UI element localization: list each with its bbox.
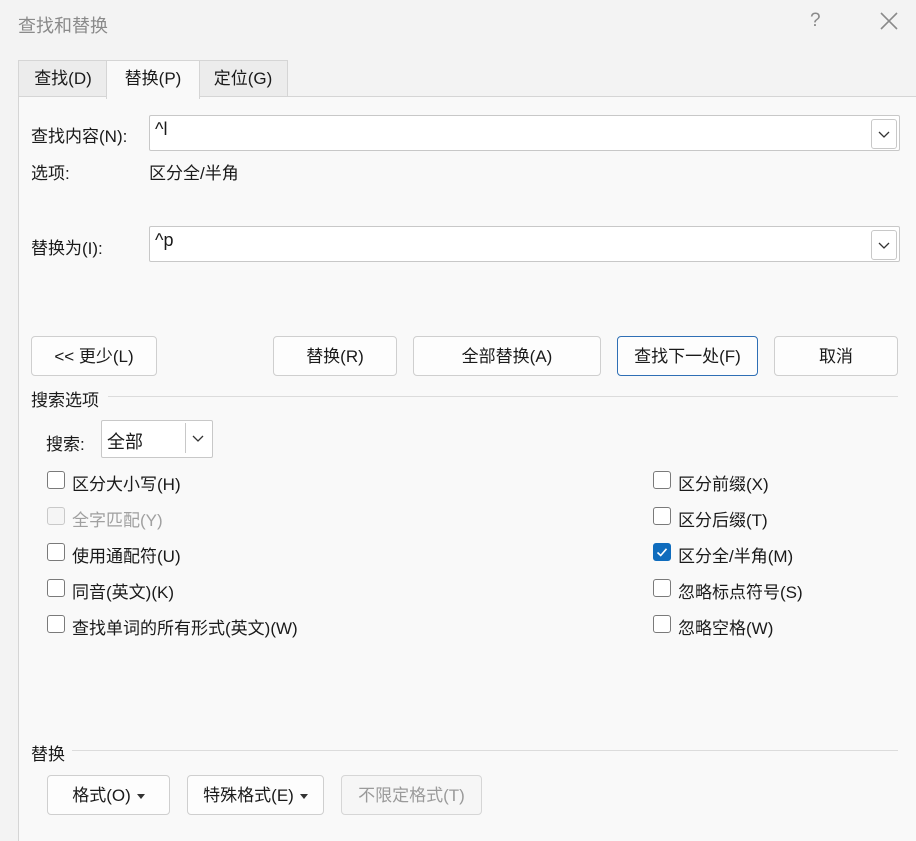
caret-down-icon xyxy=(136,794,145,800)
tab-find[interactable]: 查找(D) xyxy=(18,60,108,97)
tab-goto[interactable]: 定位(G) xyxy=(198,60,288,97)
replace-label: 替换为(I): xyxy=(31,239,103,258)
close-icon[interactable] xyxy=(876,8,902,34)
find-label: 查找内容(N): xyxy=(31,127,128,146)
wildcards-checkbox[interactable] xyxy=(47,543,65,561)
replace-combobox[interactable]: ^p xyxy=(149,226,900,262)
ignore-punctuation-label: 忽略标点符号(S) xyxy=(678,583,803,602)
all-word-forms-checkbox[interactable] xyxy=(47,615,65,633)
replace-input[interactable]: ^p xyxy=(155,230,173,251)
find-next-button[interactable]: 查找下一处(F) xyxy=(617,336,758,376)
replace-button[interactable]: 替换(R) xyxy=(273,336,397,376)
dialog-title: 查找和替换 xyxy=(18,16,108,36)
search-direction-value: 全部 xyxy=(107,432,143,452)
find-combobox[interactable]: ^l xyxy=(149,115,900,151)
format-button-label: 格式(O) xyxy=(72,786,131,805)
match-case-label: 区分大小写(H) xyxy=(72,475,181,494)
search-direction-dropdown[interactable] xyxy=(185,423,210,453)
no-formatting-button: 不限定格式(T) xyxy=(341,775,482,815)
search-direction-select[interactable]: 全部 xyxy=(101,420,213,458)
sounds-like-checkbox[interactable] xyxy=(47,579,65,597)
match-width-label: 区分全/半角(M) xyxy=(678,547,794,566)
find-input[interactable]: ^l xyxy=(155,119,167,140)
match-suffix-label: 区分后缀(T) xyxy=(678,511,768,530)
cancel-button[interactable]: 取消 xyxy=(774,336,898,376)
wildcards-label: 使用通配符(U) xyxy=(72,547,181,566)
replace-section-divider xyxy=(72,750,898,751)
ignore-punctuation-checkbox[interactable] xyxy=(653,579,671,597)
replace-panel xyxy=(18,96,916,841)
ignore-whitespace-checkbox[interactable] xyxy=(653,615,671,633)
search-options-divider xyxy=(108,396,898,397)
match-suffix-checkbox[interactable] xyxy=(653,507,671,525)
chevron-down-icon xyxy=(878,131,890,138)
replace-section-header: 替换 xyxy=(31,745,65,764)
help-button[interactable]: ? xyxy=(810,10,821,32)
tab-replace[interactable]: 替换(P) xyxy=(106,60,200,99)
match-case-checkbox[interactable] xyxy=(47,471,65,489)
match-prefix-checkbox[interactable] xyxy=(653,471,671,489)
whole-word-label: 全字匹配(Y) xyxy=(72,511,163,530)
ignore-whitespace-label: 忽略空格(W) xyxy=(678,619,774,638)
options-label: 选项: xyxy=(31,164,70,183)
replace-all-button[interactable]: 全部替换(A) xyxy=(413,336,601,376)
less-button[interactable]: << 更少(L) xyxy=(31,336,157,376)
search-direction-label: 搜索: xyxy=(46,435,85,454)
whole-word-checkbox xyxy=(47,507,65,525)
match-prefix-label: 区分前缀(X) xyxy=(678,475,769,494)
all-word-forms-label: 查找单词的所有形式(英文)(W) xyxy=(72,619,298,638)
chevron-down-icon xyxy=(192,435,204,442)
format-button[interactable]: 格式(O) xyxy=(47,775,170,815)
options-value: 区分全/半角 xyxy=(149,164,239,183)
find-dropdown-button[interactable] xyxy=(871,119,897,149)
special-button-label: 特殊格式(E) xyxy=(203,786,294,805)
caret-down-icon xyxy=(299,794,308,800)
special-button[interactable]: 特殊格式(E) xyxy=(187,775,324,815)
search-options-header: 搜索选项 xyxy=(31,391,99,410)
title-bar: 查找和替换 ? xyxy=(0,0,916,46)
chevron-down-icon xyxy=(878,242,890,249)
match-width-checkbox[interactable] xyxy=(653,543,671,561)
sounds-like-label: 同音(英文)(K) xyxy=(72,583,174,602)
check-icon xyxy=(656,548,668,557)
replace-dropdown-button[interactable] xyxy=(871,230,897,260)
